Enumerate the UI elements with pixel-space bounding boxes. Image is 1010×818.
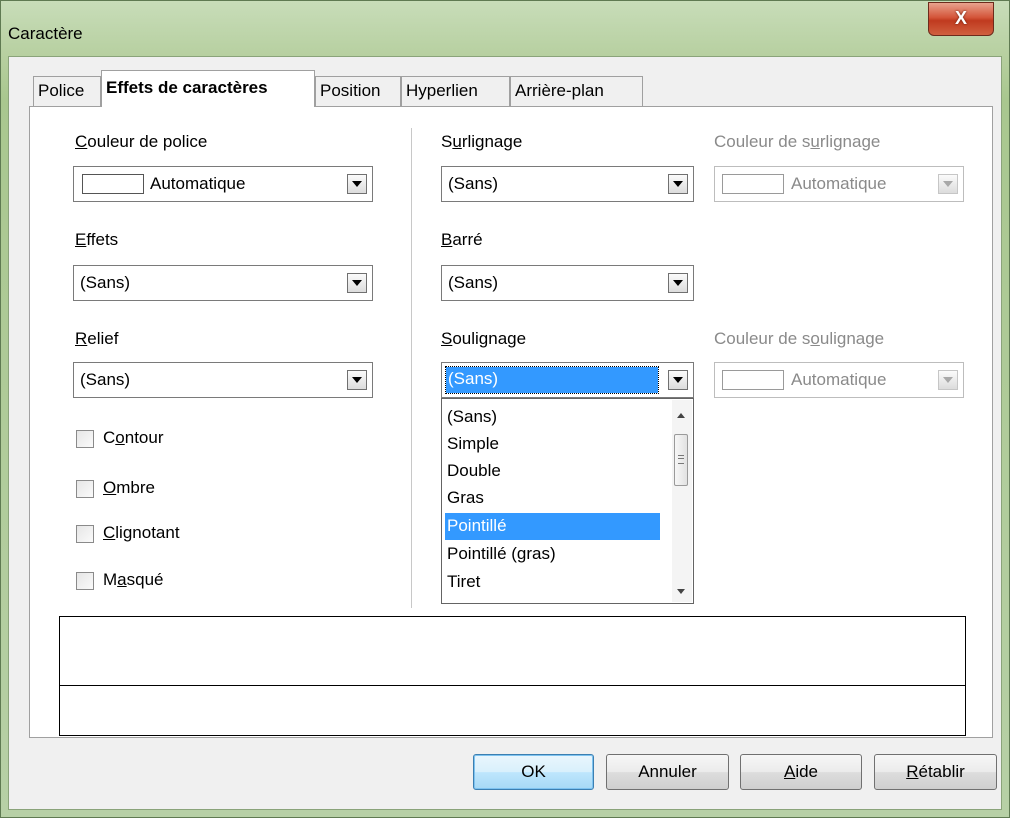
font-color-swatch [82,174,144,194]
strike-select[interactable]: (Sans) [441,265,694,301]
highlight-color-swatch [722,174,784,194]
list-item[interactable]: Simple [445,431,660,458]
tab-police[interactable]: Police [33,76,101,106]
effects-select[interactable]: (Sans) [73,265,373,301]
underline-color-swatch [722,370,784,390]
underline-color-value: Automatique [791,370,887,389]
underline-value: (Sans) [445,366,659,394]
title-bar[interactable]: Caractère [0,0,1010,56]
chevron-down-icon [938,370,958,390]
relief-label: Relief [75,329,119,348]
list-item[interactable]: (Sans) [445,404,660,431]
font-color-label: Couleur de police [75,132,208,151]
contour-label[interactable]: Contour [103,428,164,448]
effects-label: Effets [75,230,119,249]
preview-area [59,616,966,736]
font-color-select[interactable]: Automatique [73,166,373,202]
relief-select[interactable]: (Sans) [73,362,373,398]
tab-hyperlien[interactable]: Hyperlien [401,76,510,106]
underline-color-select: Automatique [714,362,964,398]
highlight-color-select: Automatique [714,166,964,202]
scrollbar-thumb[interactable] [674,434,688,486]
tab-arriere-plan[interactable]: Arrière-plan [510,76,643,106]
contour-checkbox[interactable] [76,430,94,448]
highlight-color-label: Couleur de surlignage [714,132,881,151]
tab-position[interactable]: Position [315,76,401,106]
window-title: Caractère [8,24,83,43]
tab-effets-de-caracteres[interactable]: Effets de caractères [101,70,315,107]
ok-button[interactable]: OK [473,754,594,790]
chevron-down-icon[interactable] [668,370,688,390]
underline-dropdown-list[interactable]: (Sans) Simple Double Gras Pointillé Poin… [441,398,694,604]
list-item[interactable]: Double [445,458,660,485]
chevron-down-icon[interactable] [347,370,367,390]
font-color-value: Automatique [150,174,246,193]
chevron-down-icon[interactable] [347,273,367,293]
shadow-label[interactable]: Ombre [103,478,155,498]
close-button[interactable]: X [928,2,994,36]
underline-color-label: Couleur de soulignage [714,329,885,348]
scroll-down-icon[interactable] [677,589,685,594]
shadow-checkbox[interactable] [76,480,94,498]
cancel-button[interactable]: Annuler [606,754,729,790]
dropdown-scrollbar[interactable] [672,400,692,602]
close-icon: X [954,8,967,28]
hidden-checkbox[interactable] [76,572,94,590]
preview-baseline [59,685,966,686]
strike-value: (Sans) [448,273,499,292]
strike-label: Barré [441,230,483,249]
list-item-selected[interactable]: Pointillé [445,513,660,540]
chevron-down-icon[interactable] [668,174,688,194]
chevron-down-icon[interactable] [668,273,688,293]
help-button[interactable]: Aide [740,754,862,790]
relief-value: (Sans) [80,370,131,389]
list-item[interactable]: Tiret [445,569,660,596]
scroll-up-icon[interactable] [677,413,685,418]
underline-select[interactable]: (Sans) [441,362,694,398]
blinking-label[interactable]: Clignotant [103,523,180,543]
highlight-select[interactable]: (Sans) [441,166,694,202]
column-divider [411,128,412,608]
hidden-label[interactable]: Masqué [103,570,164,590]
underline-label: Soulignage [441,329,527,348]
highlight-label: Surlignage [441,132,523,151]
highlight-color-value: Automatique [791,174,887,193]
blinking-checkbox[interactable] [76,525,94,543]
highlight-value: (Sans) [448,174,499,193]
list-item[interactable]: Pointillé (gras) [445,541,660,568]
list-item[interactable]: Gras [445,485,660,512]
reset-button[interactable]: Rétablir [874,754,997,790]
chevron-down-icon [938,174,958,194]
effects-value: (Sans) [80,273,131,292]
chevron-down-icon[interactable] [347,174,367,194]
